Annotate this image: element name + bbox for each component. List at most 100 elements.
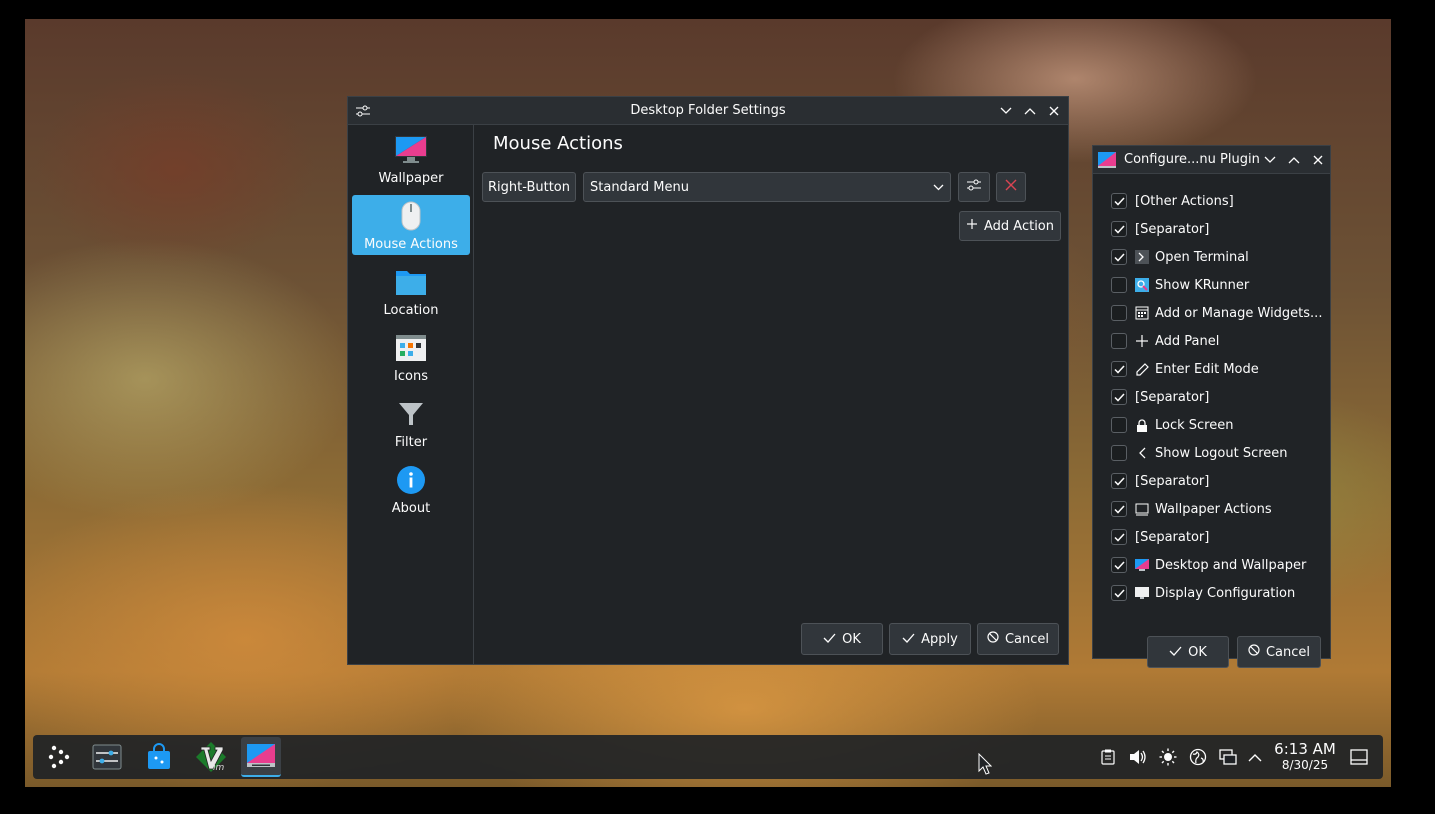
sidebar-item-label: Icons bbox=[394, 369, 428, 384]
close-button[interactable] bbox=[1308, 150, 1328, 170]
apply-button[interactable]: Apply bbox=[889, 623, 971, 655]
sidebar-item-filter[interactable]: Filter bbox=[352, 393, 470, 453]
plugin-item-label: [Separator] bbox=[1135, 221, 1210, 237]
sidebar-item-label: About bbox=[391, 501, 431, 516]
terminal-icon bbox=[1135, 250, 1149, 264]
plugin-item[interactable]: Open Terminal bbox=[1111, 247, 1249, 267]
volume-icon[interactable] bbox=[1128, 747, 1148, 767]
krunner-icon bbox=[1135, 278, 1149, 292]
plugin-item-label: Open Terminal bbox=[1155, 249, 1249, 265]
plugin-item[interactable]: Wallpaper Actions bbox=[1111, 499, 1272, 519]
plugin-item[interactable]: [Separator] bbox=[1111, 471, 1209, 491]
configure-action-button[interactable] bbox=[958, 172, 990, 202]
checkbox-unchecked[interactable] bbox=[1111, 305, 1127, 321]
checkbox-checked[interactable] bbox=[1111, 361, 1127, 377]
network-icon[interactable] bbox=[1188, 747, 1208, 767]
plugin-item-label: Add or Manage Widgets... bbox=[1155, 305, 1323, 321]
ok-label: OK bbox=[842, 631, 861, 647]
sidebar-item-mouse-actions[interactable]: Mouse Actions bbox=[352, 195, 470, 255]
plugin-item[interactable]: Enter Edit Mode bbox=[1111, 359, 1259, 379]
checkbox-checked[interactable] bbox=[1111, 389, 1127, 405]
folder-icon bbox=[394, 265, 428, 299]
checkbox-checked[interactable] bbox=[1111, 193, 1127, 209]
checkbox-unchecked[interactable] bbox=[1111, 417, 1127, 433]
plugin-item-label: Show KRunner bbox=[1155, 277, 1250, 293]
plugin-item[interactable]: Display Configuration bbox=[1111, 583, 1295, 603]
plugin-ok-button[interactable]: OK bbox=[1147, 636, 1229, 668]
clock-date: 8/30/25 bbox=[1281, 758, 1329, 772]
desktop-settings-icon bbox=[1098, 151, 1116, 169]
desktop-folder-settings-window: Desktop Folder Settings Wallpaper Mouse … bbox=[347, 96, 1069, 665]
plugin-item[interactable]: [Separator] bbox=[1111, 387, 1209, 407]
checkbox-checked[interactable] bbox=[1111, 557, 1127, 573]
maximize-button[interactable] bbox=[1020, 101, 1040, 121]
plugin-item[interactable]: Add or Manage Widgets... bbox=[1111, 303, 1322, 323]
plugin-item-label: Desktop and Wallpaper bbox=[1155, 557, 1307, 573]
maximize-button[interactable] bbox=[1284, 150, 1304, 170]
monitor-icon bbox=[394, 133, 428, 167]
plugin-item-label: Enter Edit Mode bbox=[1155, 361, 1259, 377]
application-launcher-icon[interactable] bbox=[39, 737, 79, 777]
sidebar-item-label: Filter bbox=[394, 435, 428, 450]
brightness-icon[interactable] bbox=[1158, 747, 1178, 767]
sidebar-item-location[interactable]: Location bbox=[352, 261, 470, 321]
plugin-item[interactable]: [Separator] bbox=[1111, 527, 1209, 547]
checkbox-checked[interactable] bbox=[1111, 249, 1127, 265]
expand-tray-icon[interactable] bbox=[1245, 747, 1265, 767]
digital-clock[interactable]: 6:13 AM 8/30/25 bbox=[1273, 740, 1337, 772]
display-icon bbox=[1135, 586, 1149, 600]
desktop[interactable]: Desktop Folder Settings Wallpaper Mouse … bbox=[25, 19, 1391, 787]
vim-icon[interactable]: im bbox=[191, 737, 231, 777]
clock-time: 6:13 AM bbox=[1274, 740, 1336, 758]
add-action-button[interactable]: Add Action bbox=[959, 211, 1061, 241]
svg-text:im: im bbox=[213, 763, 225, 773]
clipboard-icon[interactable] bbox=[1098, 747, 1118, 767]
checkbox-unchecked[interactable] bbox=[1111, 277, 1127, 293]
sliders-icon bbox=[966, 178, 982, 196]
plugin-item[interactable]: Desktop and Wallpaper bbox=[1111, 555, 1306, 575]
window-settings-icon[interactable] bbox=[354, 102, 372, 120]
cancel-button[interactable]: Cancel bbox=[977, 623, 1059, 655]
plugin-item[interactable]: [Separator] bbox=[1111, 219, 1209, 239]
checkmark-icon bbox=[902, 632, 915, 647]
checkbox-unchecked[interactable] bbox=[1111, 333, 1127, 349]
plugin-item[interactable]: Add Panel bbox=[1111, 331, 1219, 351]
discover-icon[interactable] bbox=[139, 737, 179, 777]
close-button[interactable] bbox=[1044, 101, 1064, 121]
sidebar-item-label: Wallpaper bbox=[378, 171, 444, 186]
checkbox-checked[interactable] bbox=[1111, 473, 1127, 489]
display-tray-icon[interactable] bbox=[1218, 747, 1238, 767]
plugin-item-label: [Separator] bbox=[1135, 473, 1210, 489]
plugin-item[interactable]: Show KRunner bbox=[1111, 275, 1249, 295]
plugin-item-label: Display Configuration bbox=[1155, 585, 1296, 601]
plus-icon bbox=[966, 218, 978, 234]
plugin-item[interactable]: [Other Actions] bbox=[1111, 191, 1234, 211]
ok-button[interactable]: OK bbox=[801, 623, 883, 655]
plugin-item-label: Show Logout Screen bbox=[1155, 445, 1288, 461]
action-select[interactable]: Standard Menu bbox=[583, 172, 951, 202]
widgets-icon bbox=[1135, 306, 1149, 320]
sidebar-item-wallpaper[interactable]: Wallpaper bbox=[352, 129, 470, 189]
minimize-button[interactable] bbox=[1260, 150, 1280, 170]
plugin-item-label: [Other Actions] bbox=[1135, 193, 1234, 209]
sidebar-item-about[interactable]: About bbox=[352, 459, 470, 519]
trigger-right-button[interactable]: Right-Button bbox=[482, 172, 576, 202]
system-settings-icon[interactable] bbox=[87, 737, 127, 777]
main-titlebar[interactable]: Desktop Folder Settings bbox=[348, 97, 1068, 125]
remove-action-button[interactable] bbox=[996, 172, 1026, 202]
plugin-cancel-button[interactable]: Cancel bbox=[1237, 636, 1321, 668]
checkbox-checked[interactable] bbox=[1111, 221, 1127, 237]
plugin-item-label: [Separator] bbox=[1135, 529, 1210, 545]
plugin-titlebar[interactable]: Configure...nu Plugin bbox=[1093, 146, 1330, 174]
plugin-item[interactable]: Lock Screen bbox=[1111, 415, 1233, 435]
show-desktop-icon[interactable] bbox=[1349, 747, 1369, 767]
checkbox-unchecked[interactable] bbox=[1111, 445, 1127, 461]
sidebar-item-icons[interactable]: Icons bbox=[352, 327, 470, 387]
minimize-button[interactable] bbox=[996, 101, 1016, 121]
plugin-item[interactable]: Show Logout Screen bbox=[1111, 443, 1288, 463]
checkbox-checked[interactable] bbox=[1111, 585, 1127, 601]
checkbox-checked[interactable] bbox=[1111, 501, 1127, 517]
desktop-settings-task-icon[interactable] bbox=[241, 737, 281, 777]
checkbox-checked[interactable] bbox=[1111, 529, 1127, 545]
cancel-label: Cancel bbox=[1004, 631, 1050, 647]
